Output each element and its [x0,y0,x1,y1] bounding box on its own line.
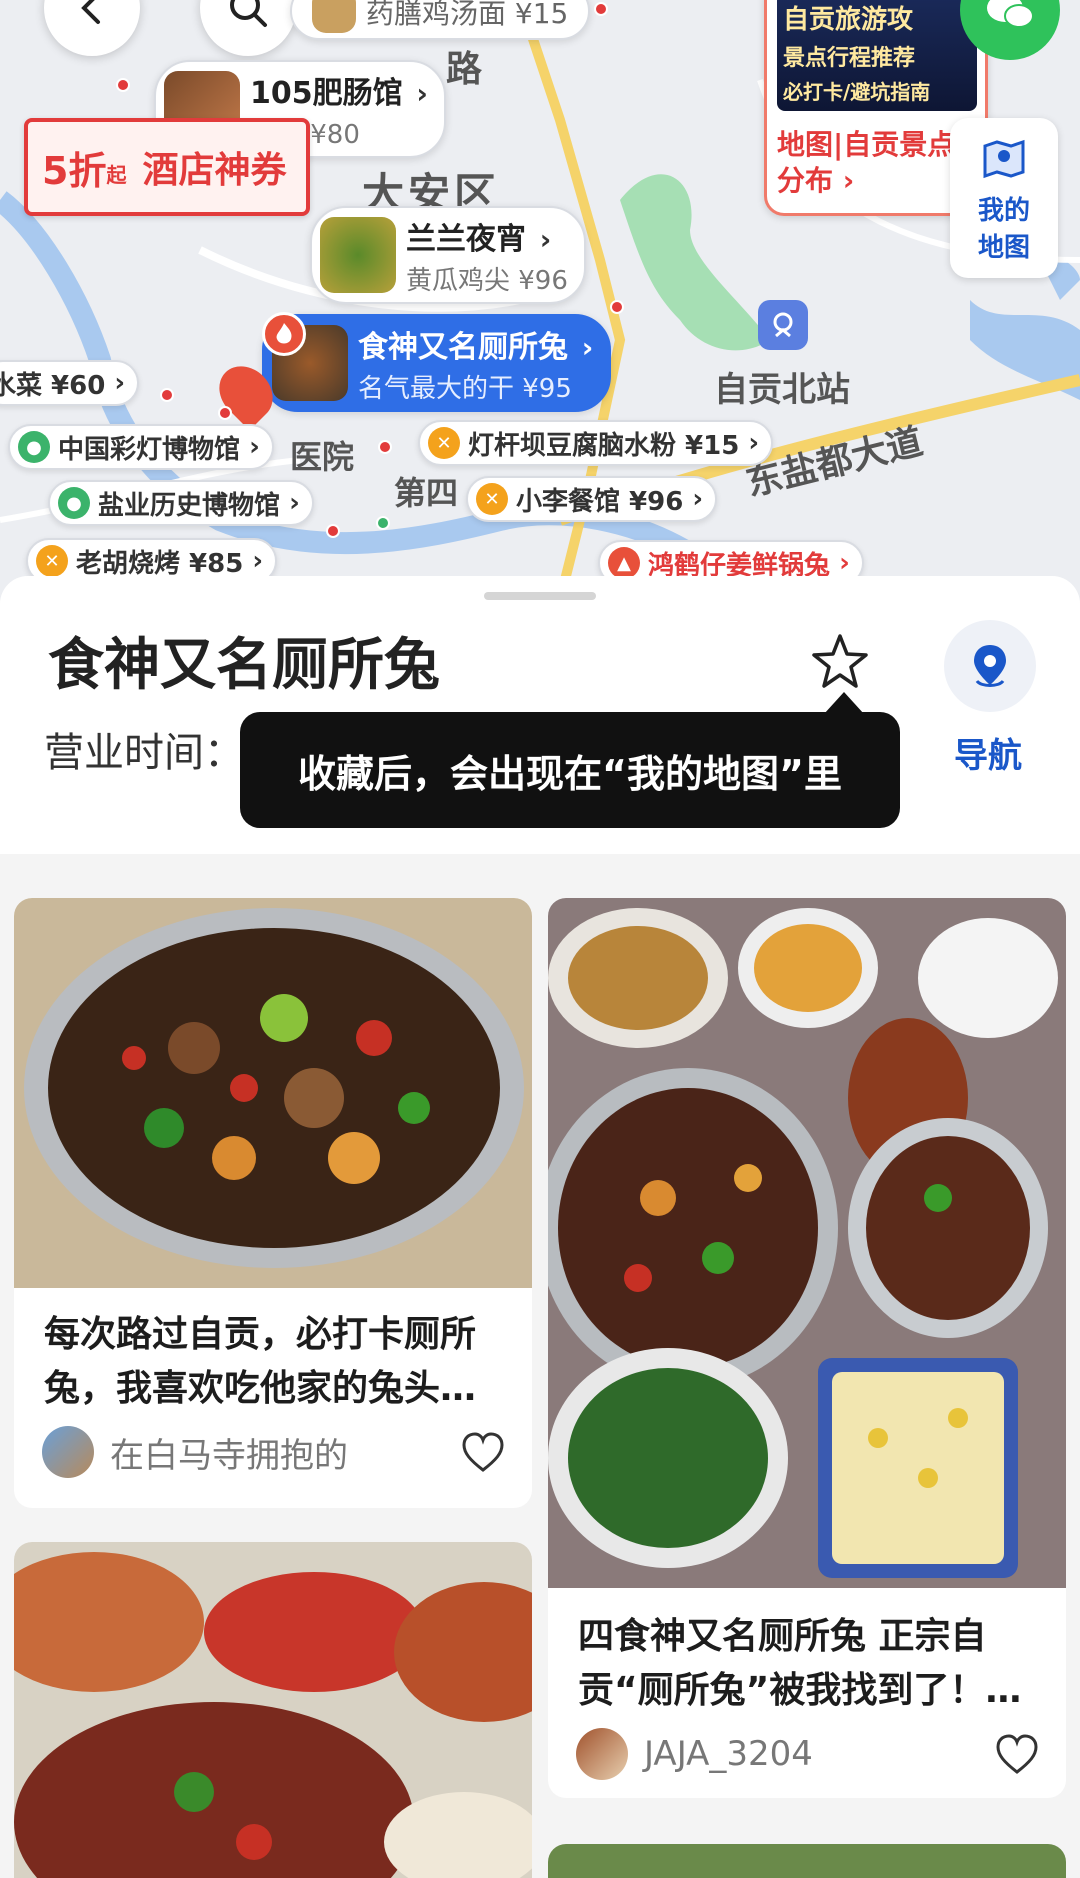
poi-name: 105肥肠馆 › [250,75,428,111]
train-station-icon[interactable] [758,300,808,350]
note-photo [14,1542,532,1878]
drag-handle[interactable] [484,592,596,600]
district-fragment-label: 第四 [394,474,459,512]
flame-icon [262,312,306,356]
map-icon [983,139,1025,179]
tooltip-arrow [824,692,864,714]
poi-marker-lanlan[interactable]: 兰兰夜宵 › 黄瓜鸡尖 ¥96 [310,206,586,304]
navigation-button[interactable] [944,620,1036,712]
poi-subtitle: 黄瓜鸡尖 ¥96 [406,265,568,296]
poi-thumbnail [312,0,356,33]
favorite-tooltip: 收藏后，会出现在“我的地图”里 [240,712,900,828]
place-title: 食神又名厕所兔 [48,633,440,698]
note-photo [548,898,1066,1588]
poi-pill-xiaoli[interactable]: ✕ 小李餐馆 ¥96 › [466,476,718,522]
coupon-label: 酒店神券 [142,150,287,191]
business-hours-label: 营业时间： [44,730,244,776]
my-map-line2: 地图 [977,233,1030,263]
restaurant-icon: ✕ [36,545,68,577]
wechat-icon [987,0,1034,28]
map-view[interactable]: 大安区 自贡北站 东盐都大道 路 医院 第四 药膳鸡汤面 ¥15 105肥肠馆 … [0,0,1080,600]
note-card[interactable] [14,1542,532,1878]
bottom-sheet[interactable]: 食神又名厕所兔 营业时间： 收藏后，会出现在“我的地图”里 导航 每次路过自贡，… [0,576,1080,1878]
avatar [42,1426,94,1478]
poi-dot [326,524,340,538]
poi-marker-yaoshan[interactable]: 药膳鸡汤面 ¥15 [290,0,591,40]
search-icon [230,0,267,27]
note-card[interactable] [548,1844,1066,1878]
poi-thumbnail [320,217,396,293]
poi-dot [594,2,608,16]
poi-marker-selected[interactable]: 食神又名厕所兔 › 名气最大的干 ¥95 [262,314,612,412]
hotel-coupon-banner[interactable]: 5折 起 酒店神券 [24,118,310,216]
poi-label: 药膳鸡汤面 ¥15 [366,0,569,30]
attraction-icon: ● [58,487,90,519]
poi-dot [378,440,392,454]
star-icon [812,634,868,688]
hospital-label: 医院 [290,438,355,476]
flame-icon: ▲ [608,547,640,579]
poi-name: 兰兰夜宵 › [406,221,552,257]
chevron-left-icon [81,0,100,24]
attraction-icon: ● [18,431,50,463]
station-label: 自贡北站 [714,370,850,410]
poi-pill-tofu[interactable]: ✕ 灯杆坝豆腐脑水粉 ¥15 › [418,420,774,466]
poi-name: 食神又名厕所兔 › [358,329,594,365]
note-title: 四食神又名厕所兔 正宗自贡“厕所兔”被我找到了！… [578,1616,1022,1711]
heart-icon[interactable] [994,1732,1040,1778]
coupon-discount: 5折 [42,148,107,193]
note-card[interactable]: 每次路过自贡，必打卡厕所兔，我喜欢吃他家的兔头… 在白马寺拥抱的 [14,898,532,1508]
author-name: JAJA_3204 [644,1734,813,1774]
my-map-line1: 我的 [977,196,1030,226]
restaurant-icon: ✕ [428,427,460,459]
note-card[interactable]: 四食神又名厕所兔 正宗自贡“厕所兔”被我找到了！… JAJA_3204 [548,898,1066,1798]
navigation-label[interactable]: 导航 [954,728,1022,777]
note-title: 每次路过自贡，必打卡厕所兔，我喜欢吃他家的兔头… [44,1314,477,1409]
poi-pill-salt-museum[interactable]: ● 盐业历史博物馆 › [48,480,314,526]
navigation-pin-icon [974,645,1006,687]
my-map-button[interactable]: 我的 地图 [950,118,1058,278]
poi-dot [218,406,232,420]
sheet-header: 食神又名厕所兔 营业时间： 收藏后，会出现在“我的地图”里 导航 [0,576,1080,854]
note-photo [14,898,532,1288]
note-author[interactable]: 在白马寺拥抱的 [42,1426,348,1478]
author-name: 在白马寺拥抱的 [110,1435,348,1476]
poi-dot [610,300,624,314]
note-author[interactable]: JAJA_3204 [576,1728,813,1780]
coupon-suffix: 起 [106,162,127,187]
heart-icon[interactable] [460,1430,506,1476]
guide-caption: 地图|自贡景点分布 › [777,128,956,197]
guide-line1: 景点行程推荐 [783,46,916,71]
poi-subtitle: 名气最大的干 ¥95 [358,373,572,404]
road-fragment-label: 路 [446,49,483,90]
restaurant-icon: ✕ [476,483,508,515]
poi-dot [160,388,174,402]
guide-title: 自贡旅游攻 [783,5,914,35]
guide-line2: 必打卡/避坑指南 [783,80,931,104]
avatar [576,1728,628,1780]
poi-pill-shuicai[interactable]: 水菜 ¥60 › [0,360,140,406]
poi-dot [376,516,390,530]
poi-dot [116,78,130,92]
guide-banner: 自贡旅游攻 景点行程推荐 必打卡/避坑指南 [777,0,977,111]
poi-pill-lantern-museum[interactable]: ● 中国彩灯博物馆 › [8,424,274,470]
favorite-star-button[interactable] [810,632,870,692]
